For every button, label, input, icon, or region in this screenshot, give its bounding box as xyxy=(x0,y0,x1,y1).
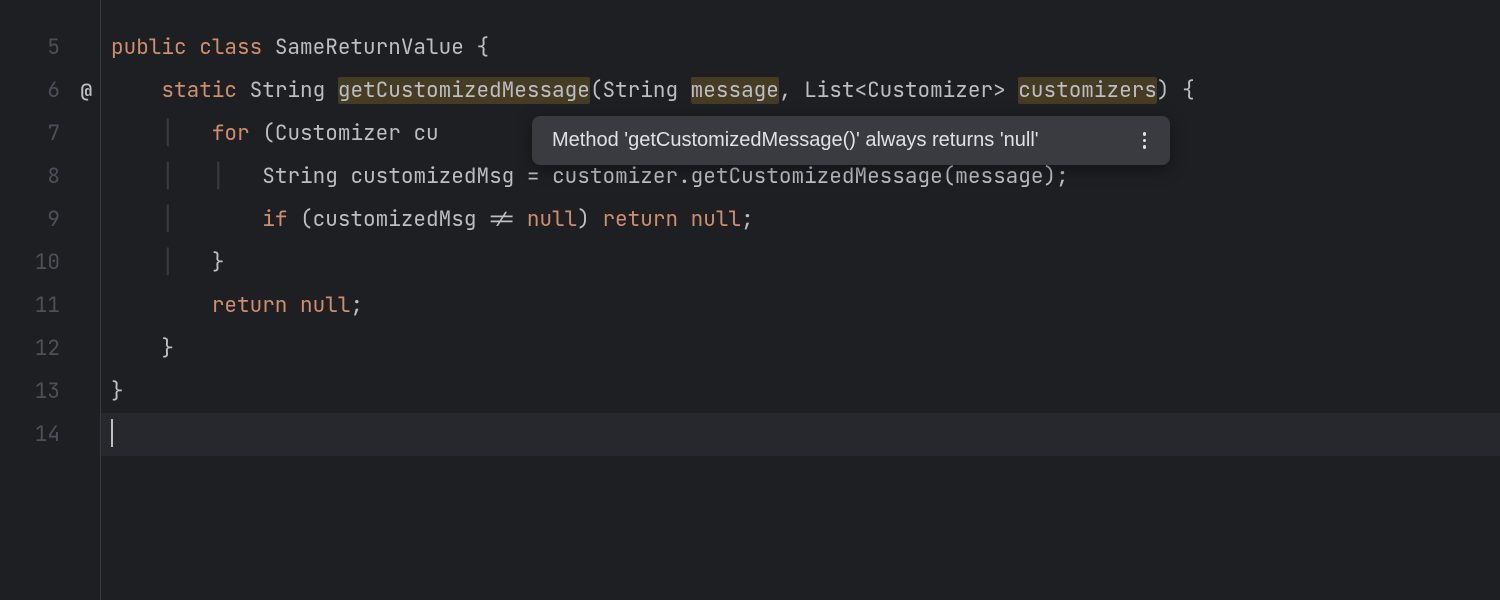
tooltip-message: Method 'getCustomizedMessage()' always r… xyxy=(552,129,1039,152)
paren-close: ) xyxy=(1157,77,1170,104)
paren-open: ( xyxy=(250,120,275,147)
type: String xyxy=(262,163,338,190)
keyword-null: null xyxy=(691,206,741,233)
keyword-for: for xyxy=(212,120,250,147)
indent-guide: │ xyxy=(161,249,174,276)
line-number[interactable]: 10 xyxy=(0,241,100,284)
brace-close: } xyxy=(161,335,174,362)
identifier: cu xyxy=(413,120,438,147)
param-type: String xyxy=(602,77,678,104)
line-number[interactable]: 12 xyxy=(0,327,100,370)
line-number[interactable]: 7 xyxy=(0,112,100,155)
indent-guide: │ xyxy=(161,163,174,190)
comma: , xyxy=(779,77,804,104)
param-warning[interactable]: message xyxy=(691,77,779,104)
keyword-class: class xyxy=(199,34,262,61)
keyword-null: null xyxy=(300,292,350,319)
line-number[interactable]: 5 xyxy=(0,26,100,69)
text-caret xyxy=(111,419,113,447)
keyword-null: null xyxy=(527,206,577,233)
keyword-public: public xyxy=(111,34,187,61)
semicolon: ; xyxy=(350,292,363,319)
code-editor: 5 6 @ 7 8 9 10 11 12 13 14 public class … xyxy=(0,0,1500,600)
paren-open: ( xyxy=(287,206,312,233)
keyword-return: return xyxy=(212,292,288,319)
brace-open: { xyxy=(1182,77,1195,104)
code-line-14-current[interactable] xyxy=(101,413,1500,456)
class-name: SameReturnValue xyxy=(275,34,464,61)
keyword-static: static xyxy=(161,77,237,104)
vertical-dots-icon xyxy=(1143,132,1147,149)
tooltip-more-actions[interactable] xyxy=(1139,128,1151,153)
code-content[interactable]: public class SameReturnValue { static St… xyxy=(101,0,1500,600)
space xyxy=(678,206,691,233)
paren-close: ) xyxy=(577,206,602,233)
paren-open: ( xyxy=(590,77,603,104)
line-number[interactable]: 6 @ xyxy=(0,69,100,112)
line-number-text: 6 xyxy=(47,77,60,104)
code-line-13[interactable]: } xyxy=(111,370,1500,413)
override-annotation-icon[interactable]: @ xyxy=(81,69,92,112)
line-number-gutter: 5 6 @ 7 8 9 10 11 12 13 14 xyxy=(0,0,100,600)
line-number[interactable]: 8 xyxy=(0,155,100,198)
line-number[interactable]: 9 xyxy=(0,198,100,241)
param-warning[interactable]: customizers xyxy=(1018,77,1157,104)
indent-guide: │ xyxy=(161,206,174,233)
indent-guide: │ xyxy=(212,163,225,190)
identifier: customizedMsg = customizer.getCustomized… xyxy=(350,163,1068,190)
type: Customizer xyxy=(275,120,401,147)
code-line-10[interactable]: │ } xyxy=(111,241,1500,284)
code-line-5[interactable]: public class SameReturnValue { xyxy=(111,26,1500,69)
operator: != xyxy=(476,206,526,233)
return-type: String xyxy=(250,77,326,104)
code-line-11[interactable]: return null; xyxy=(111,284,1500,327)
line-number[interactable]: 13 xyxy=(0,370,100,413)
param-type: List<Customizer> xyxy=(804,77,1006,104)
brace-open: { xyxy=(476,34,489,61)
semicolon: ; xyxy=(741,206,754,233)
keyword-if: if xyxy=(262,206,287,233)
code-line-6[interactable]: static String getCustomizedMessage(Strin… xyxy=(111,69,1500,112)
line-number[interactable]: 11 xyxy=(0,284,100,327)
code-line-9[interactable]: │ if (customizedMsg != null) return null… xyxy=(111,198,1500,241)
line-number[interactable]: 14 xyxy=(0,413,100,456)
inspection-tooltip[interactable]: Method 'getCustomizedMessage()' always r… xyxy=(532,116,1170,165)
method-name-warning[interactable]: getCustomizedMessage xyxy=(338,77,590,104)
indent-guide: │ xyxy=(161,120,174,147)
space xyxy=(287,292,300,319)
identifier: customizedMsg xyxy=(313,206,477,233)
keyword-return: return xyxy=(602,206,678,233)
brace-close: } xyxy=(111,378,124,405)
code-line-12[interactable]: } xyxy=(111,327,1500,370)
brace-close: } xyxy=(212,249,225,276)
